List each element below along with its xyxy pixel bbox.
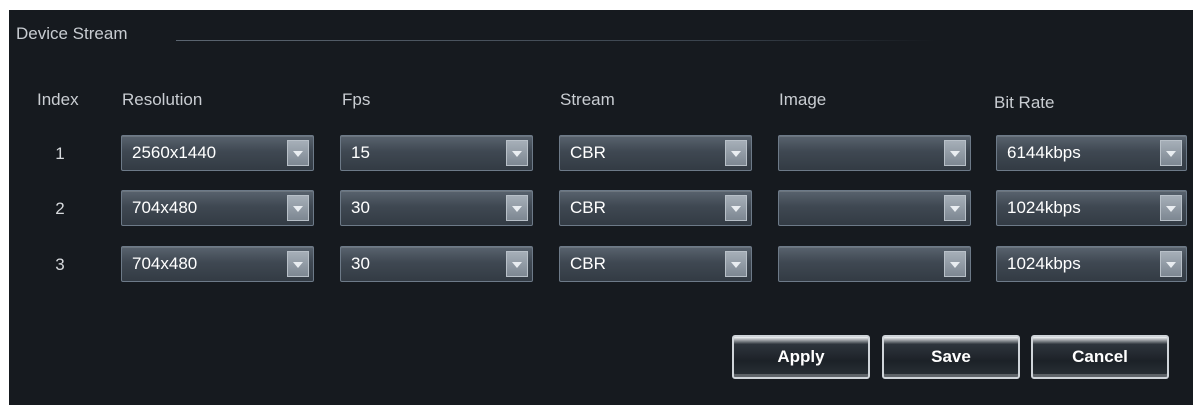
fps-select[interactable]: 30 (340, 246, 533, 282)
bitrate-value: 1024kbps (1007, 198, 1081, 217)
chevron-down-icon[interactable] (1160, 140, 1182, 166)
header-bitrate: Bit Rate (994, 93, 1055, 112)
stream-select[interactable]: CBR (559, 135, 752, 171)
image-select[interactable] (778, 135, 971, 171)
chevron-down-icon[interactable] (506, 140, 528, 166)
fps-select[interactable]: 30 (340, 190, 533, 226)
image-select[interactable] (778, 246, 971, 282)
header-resolution: Resolution (122, 90, 203, 109)
fps-value: 30 (351, 198, 370, 217)
resolution-value: 704x480 (132, 254, 198, 273)
section-title: Device Stream (16, 24, 128, 43)
chevron-down-icon[interactable] (287, 195, 309, 221)
chevron-down-icon[interactable] (287, 140, 309, 166)
stream-select[interactable]: CBR (559, 190, 752, 226)
apply-button[interactable]: Apply (732, 335, 870, 379)
fps-value: 30 (351, 254, 370, 273)
image-select[interactable] (778, 190, 971, 226)
chevron-down-icon[interactable] (1160, 251, 1182, 277)
header-image: Image (779, 90, 827, 109)
resolution-value: 704x480 (132, 198, 198, 217)
chevron-down-icon[interactable] (725, 251, 747, 277)
chevron-down-icon[interactable] (944, 140, 966, 166)
stream-value: CBR (570, 254, 606, 273)
header-fps: Fps (342, 90, 371, 109)
chevron-down-icon[interactable] (287, 251, 309, 277)
row-index: 1 (55, 144, 65, 163)
chevron-down-icon[interactable] (944, 195, 966, 221)
bitrate-select[interactable]: 1024kbps (996, 190, 1187, 226)
resolution-select[interactable]: 2560x1440 (121, 135, 314, 171)
resolution-select[interactable]: 704x480 (121, 246, 314, 282)
resolution-value: 2560x1440 (132, 143, 217, 162)
save-button[interactable]: Save (882, 335, 1020, 379)
chevron-down-icon[interactable] (506, 251, 528, 277)
header-stream: Stream (560, 90, 615, 109)
bitrate-select[interactable]: 1024kbps (996, 246, 1187, 282)
fps-value: 15 (351, 143, 370, 162)
chevron-down-icon[interactable] (725, 140, 747, 166)
row-index: 3 (55, 255, 65, 274)
stream-value: CBR (570, 143, 606, 162)
bitrate-value: 6144kbps (1007, 143, 1081, 162)
fps-select[interactable]: 15 (340, 135, 533, 171)
bitrate-value: 1024kbps (1007, 254, 1081, 273)
cancel-button[interactable]: Cancel (1031, 335, 1169, 379)
stream-select[interactable]: CBR (559, 246, 752, 282)
row-index: 2 (55, 199, 65, 218)
section-divider (176, 40, 936, 41)
chevron-down-icon[interactable] (944, 251, 966, 277)
resolution-select[interactable]: 704x480 (121, 190, 314, 226)
chevron-down-icon[interactable] (1160, 195, 1182, 221)
chevron-down-icon[interactable] (506, 195, 528, 221)
bitrate-select[interactable]: 6144kbps (996, 135, 1187, 171)
header-index: Index (37, 90, 79, 109)
stream-value: CBR (570, 198, 606, 217)
chevron-down-icon[interactable] (725, 195, 747, 221)
